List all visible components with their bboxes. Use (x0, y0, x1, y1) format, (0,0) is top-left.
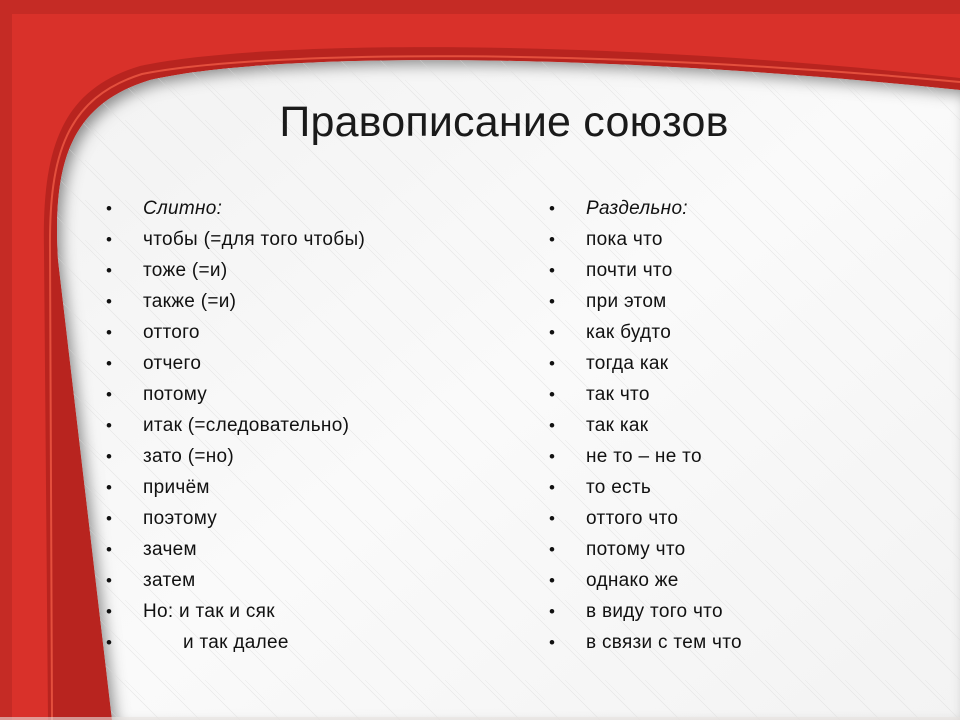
bullet-icon: • (106, 447, 112, 466)
bullet-icon: • (549, 571, 555, 590)
list-item-text: затем (143, 570, 196, 591)
bullet-icon: • (106, 633, 112, 652)
list-item-text: чтобы (=для того чтобы) (143, 229, 366, 250)
bullet-icon: • (106, 230, 112, 249)
list-item-text: Но: и так и сяк (143, 601, 275, 622)
bullet-icon: • (549, 447, 555, 466)
bullet-icon: • (549, 540, 555, 559)
bullet-icon: • (106, 385, 112, 404)
bullet-icon: • (549, 199, 555, 218)
list-item-text: так что (586, 384, 650, 405)
list-item-text: при этом (586, 291, 667, 312)
list-item-text: в связи с тем что (586, 632, 742, 653)
list-item-text: как будто (586, 322, 672, 343)
list-item-text: и так далее (183, 632, 289, 653)
bullet-icon: • (106, 478, 112, 497)
bullet-icon: • (549, 354, 555, 373)
bullet-icon: • (549, 509, 555, 528)
bullet-icon: • (106, 509, 112, 528)
bullet-icon: • (106, 416, 112, 435)
list-item-text: потому что (586, 539, 686, 560)
list-item-text: то есть (586, 477, 652, 498)
bullet-icon: • (549, 602, 555, 621)
list-item-text: тоже (=и) (143, 260, 228, 281)
list-item-text: оттого что (586, 508, 679, 529)
bullet-icon: • (549, 478, 555, 497)
bullet-icon: • (549, 323, 555, 342)
bullet-icon: • (106, 540, 112, 559)
list-item-text: однако же (586, 570, 679, 591)
list-item-text: почти что (586, 260, 673, 281)
bullet-icon: • (549, 261, 555, 280)
bullet-icon: • (549, 385, 555, 404)
bullet-icon: • (106, 292, 112, 311)
slide-title: Правописание союзов (279, 98, 729, 146)
bullet-icon: • (106, 261, 112, 280)
list-item-text: пока что (586, 229, 663, 250)
column-heading: Раздельно: (586, 198, 688, 219)
list-item-text: поэтому (143, 508, 218, 529)
list-item-text: в виду того что (586, 601, 723, 622)
column-heading: Слитно: (143, 198, 223, 219)
bullet-icon: • (549, 292, 555, 311)
bullet-icon: • (106, 323, 112, 342)
bullet-icon: • (106, 199, 112, 218)
list-item-text: зачем (143, 539, 197, 560)
list-item-text: так как (586, 415, 649, 436)
bullet-icon: • (549, 633, 555, 652)
list-item-text: причём (143, 477, 210, 498)
list-item-text: зато (=но) (143, 446, 235, 467)
list-item-text: также (=и) (143, 291, 237, 312)
list-item-text: не то – не то (586, 446, 702, 467)
bullet-icon: • (106, 354, 112, 373)
bullet-icon: • (106, 602, 112, 621)
list-item-text: оттого (143, 322, 200, 343)
list-item-text: итак (=следовательно) (143, 415, 350, 436)
list-item-text: потому (143, 384, 208, 405)
list-item-text: тогда как (586, 353, 669, 374)
bullet-icon: • (106, 571, 112, 590)
list-item-text: отчего (143, 353, 202, 374)
bullet-icon: • (549, 230, 555, 249)
bullet-icon: • (549, 416, 555, 435)
